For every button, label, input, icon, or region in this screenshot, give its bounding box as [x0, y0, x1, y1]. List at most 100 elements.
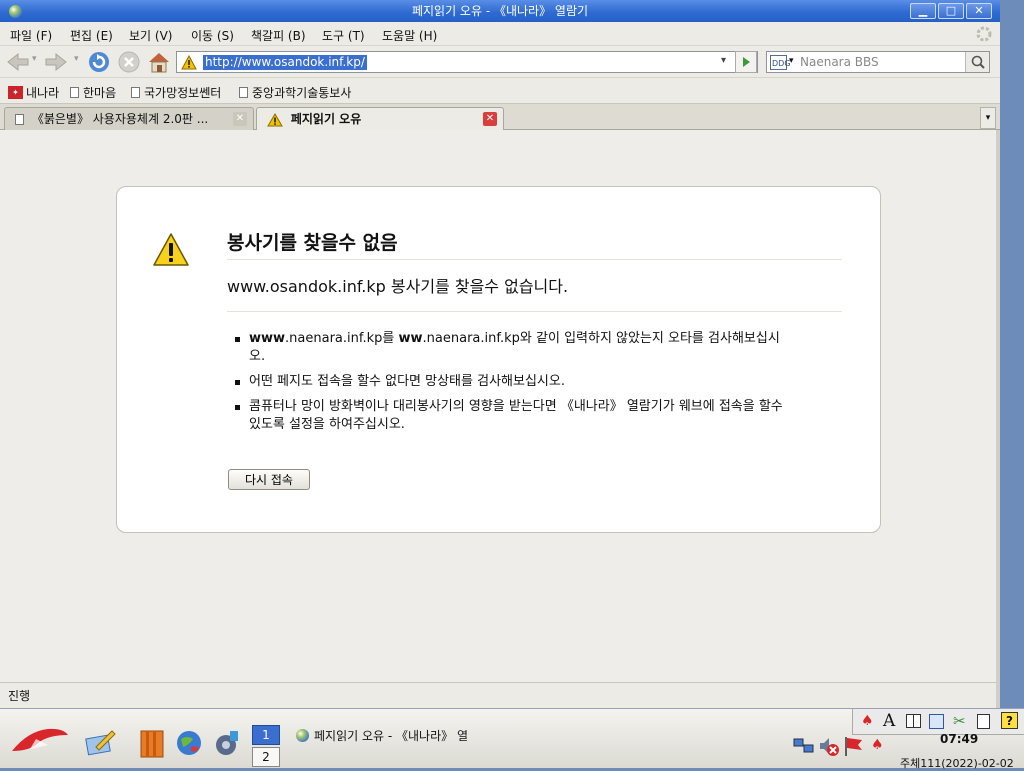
tab-label: 페지읽기 오유 [290, 112, 362, 126]
minimize-icon: ▁ [918, 4, 928, 17]
search-button[interactable] [965, 52, 989, 72]
menu-edit[interactable]: 편집 (E) [70, 27, 113, 44]
retry-button[interactable]: 다시 접속 [228, 469, 310, 490]
search-field[interactable]: DDG ▾ Naenara BBS [766, 51, 990, 73]
red-star-logo-icon[interactable] [8, 721, 70, 761]
menu-help[interactable]: 도움말 (H) [382, 27, 437, 44]
search-engine-dropdown-icon[interactable]: ▾ [789, 56, 794, 66]
desktop-background [1000, 0, 1024, 708]
error-subtitle: www.osandok.inf.kp 봉사기를 찾을수 없습니다. [227, 273, 842, 312]
tab-bar: 《붉은별》 사용자용체계 2.0판 ... ✕ 페지읽기 오유 ✕ ▾ [0, 104, 1000, 132]
error-panel: 봉사기를 찾을수 없음 www.osandok.inf.kp 봉사기를 찾을수 … [116, 186, 881, 533]
tab-list-button[interactable]: ▾ [980, 107, 996, 129]
network-icon[interactable] [793, 735, 815, 755]
error-title: 봉사기를 찾을수 없음 [227, 228, 842, 260]
back-dropdown-icon[interactable]: ▾ [32, 54, 37, 64]
menu-go[interactable]: 이동 (S) [191, 27, 234, 44]
menu-bar: 파일 (F) 편집 (E) 보기 (V) 이동 (S) 책갈피 (B) 도구 (… [0, 22, 1000, 46]
browser-globe-icon [296, 729, 309, 742]
search-placeholder: Naenara BBS [800, 55, 879, 69]
bookmark-science-news[interactable]: 중앙과학기술통보사 [239, 84, 351, 101]
menu-file[interactable]: 파일 (F) [10, 27, 52, 44]
document-icon[interactable] [977, 714, 990, 729]
bookmark-label: 국가망정보쎈터 [144, 86, 222, 100]
tab-redstar[interactable]: 《붉은별》 사용자용체계 2.0판 ... ✕ [4, 107, 254, 131]
close-button[interactable]: ✕ [966, 3, 992, 19]
reload-icon[interactable] [87, 50, 111, 74]
bold-text: ww [398, 331, 423, 346]
bookmarks-toolbar: ✦ 내나라 한마음 국가망정보쎈터 중앙과학기술통보사 [0, 78, 1000, 104]
back-arrow-icon[interactable] [6, 51, 30, 73]
bookmark-naenara[interactable]: ✦ 내나라 [8, 84, 59, 101]
home-icon[interactable] [146, 49, 172, 75]
minimize-button[interactable]: ▁ [910, 3, 936, 19]
tab-close-icon[interactable]: ✕ [483, 112, 497, 126]
page-icon [239, 87, 248, 98]
tab-close-icon[interactable]: ✕ [233, 112, 247, 126]
maximize-icon: □ [945, 4, 957, 17]
suggestion-item: 어떤 페지도 접속을 할수 없다면 망상태를 검사해보십시오. [233, 373, 793, 391]
window-title: 페지읽기 오유 - 《내나라》 열람기 [411, 4, 589, 18]
search-engine-icon[interactable]: DDG [770, 55, 790, 70]
edit-icon[interactable] [929, 714, 944, 729]
title-bar[interactable]: 페지읽기 오유 - 《내나라》 열람기 ▁ □ ✕ [0, 0, 1000, 22]
clock[interactable]: 07:49 [940, 732, 978, 746]
bookmark-label: 중앙과학기술통보사 [252, 86, 352, 100]
flag-icon[interactable] [843, 735, 865, 757]
page-icon [131, 87, 140, 98]
suggestion-item: 콤퓨터나 망이 방화벽이나 대리봉사기의 영향을 받는다면 《내나라》 열람기가… [233, 398, 793, 434]
system-tray-toolbar: ♠ A ✂ ? [852, 709, 1024, 735]
menu-bookmarks[interactable]: 책갈피 (B) [251, 27, 306, 44]
menu-tools[interactable]: 도구 (T) [322, 27, 365, 44]
bold-text: www [249, 331, 286, 346]
bookmark-hanmaum[interactable]: 한마음 [70, 84, 116, 101]
browser-globe-icon [9, 5, 22, 18]
taskbar-window-button[interactable]: 페지읽기 오유 - 《내나라》 열 [292, 725, 492, 747]
font-icon[interactable]: A [883, 711, 895, 731]
throbber-icon [976, 26, 992, 42]
page-icon [70, 87, 79, 98]
tools-icon[interactable]: ✂ [953, 712, 966, 730]
menu-view[interactable]: 보기 (V) [129, 27, 172, 44]
date: 주체111(2022)-02-02 [900, 757, 1014, 770]
warning-icon [153, 233, 189, 266]
stop-icon[interactable] [117, 50, 141, 74]
office-suite-icon[interactable] [137, 727, 169, 759]
taskbar-window-label: 페지읽기 오유 - 《내나라》 열 [314, 729, 468, 743]
maximize-button[interactable]: □ [938, 3, 964, 19]
tab-label: 《붉은별》 사용자용체계 2.0판 ... [31, 112, 209, 126]
media-player-icon[interactable] [212, 729, 240, 757]
globe-icon[interactable] [175, 729, 203, 757]
address-bar[interactable]: http://www.osandok.inf.kp/ ▾ [176, 51, 758, 73]
warning-small-icon [267, 112, 283, 126]
help-icon[interactable]: ? [1001, 712, 1018, 729]
svg-text:DDG: DDG [772, 59, 790, 68]
go-arrow-icon[interactable] [735, 51, 757, 73]
pen-paper-icon[interactable] [84, 727, 116, 759]
suggestion-item: www.naenara.inf.kp를 ww.naenara.inf.kp와 같… [233, 330, 793, 366]
workspace-1-button[interactable]: 1 [252, 725, 280, 745]
red-star-status-icon[interactable]: ♠ [871, 737, 884, 753]
bookmark-label: 내나라 [26, 86, 60, 100]
navigation-toolbar: ▾ ▾ http://www.osandok.inf.kp/ ▾ DDG ▾ N… [0, 46, 1000, 78]
warning-small-icon [181, 55, 197, 70]
workspace-2-button[interactable]: 2 [252, 747, 280, 767]
error-suggestions: www.naenara.inf.kp를 ww.naenara.inf.kp와 같… [233, 330, 793, 441]
page-icon [15, 114, 24, 125]
taskbar: 1 2 페지읽기 오유 - 《내나라》 열 ♠ A ✂ ? ♠ 07:49 주체… [0, 708, 1024, 770]
bookmark-label: 한마음 [83, 86, 117, 100]
forward-dropdown-icon[interactable]: ▾ [74, 54, 79, 64]
columns-icon[interactable] [906, 714, 921, 728]
forward-arrow-icon[interactable] [44, 51, 68, 73]
browser-window: 페지읽기 오유 - 《내나라》 열람기 ▁ □ ✕ 파일 (F) 편집 (E) … [0, 0, 1000, 708]
url-text[interactable]: http://www.osandok.inf.kp/ [203, 55, 367, 70]
naenara-logo-icon: ✦ [8, 86, 23, 99]
bookmark-info-center[interactable]: 국가망정보쎈터 [131, 84, 221, 101]
status-text: 진행 [8, 689, 31, 703]
red-star-tray-icon[interactable]: ♠ [861, 713, 874, 729]
magnifier-icon [971, 55, 985, 69]
tab-error[interactable]: 페지읽기 오유 ✕ [256, 107, 504, 132]
volume-muted-icon[interactable] [818, 735, 840, 757]
url-history-dropdown-icon[interactable]: ▾ [721, 55, 726, 66]
chevron-down-icon: ▾ [985, 113, 991, 123]
